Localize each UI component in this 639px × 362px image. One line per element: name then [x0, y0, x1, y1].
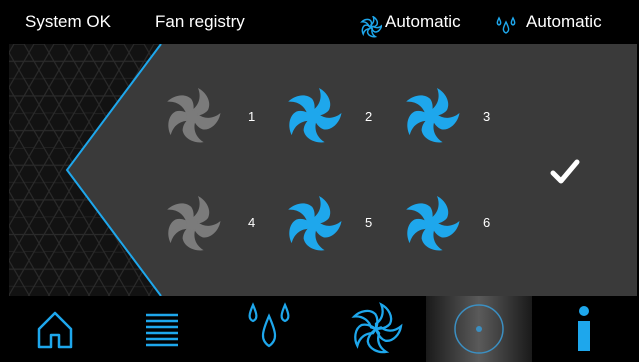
fan-5[interactable] — [281, 192, 345, 256]
nav-list-button[interactable] — [109, 296, 215, 362]
fan-1-number: 1 — [248, 109, 256, 124]
water-mode-label: Automatic — [526, 12, 602, 31]
fan-3-number: 3 — [483, 109, 491, 124]
status-bar: System OK Fan registry Automatic Automat… — [0, 0, 639, 44]
nav-circle-button[interactable] — [426, 296, 532, 362]
list-icon — [146, 313, 178, 347]
nav-water-button[interactable] — [216, 296, 322, 362]
fan-4-number: 4 — [248, 215, 256, 230]
fan-6[interactable] — [399, 192, 463, 256]
fan-3[interactable] — [399, 84, 463, 148]
system-status: System OK — [25, 12, 111, 31]
fan-6-number: 6 — [483, 215, 491, 230]
home-icon — [37, 311, 73, 349]
nav-info-button[interactable] — [531, 296, 637, 362]
nav-fan-button[interactable] — [323, 296, 429, 362]
fan-5-number: 5 — [365, 215, 373, 230]
water-mode-icon — [495, 11, 517, 34]
fan-4[interactable] — [160, 192, 224, 256]
info-icon — [578, 306, 590, 351]
fan-registry-panel: 1 2 3 4 5 6 — [9, 44, 637, 296]
circle-dot-icon — [454, 304, 504, 354]
confirm-button[interactable] — [550, 157, 580, 187]
water-drops-icon — [248, 302, 290, 348]
fan-mode-icon — [360, 11, 383, 38]
bottom-nav — [0, 296, 639, 362]
fan-mode-label: Automatic — [385, 12, 461, 31]
fan-2[interactable] — [281, 84, 345, 148]
screen-title: Fan registry — [155, 12, 245, 31]
back-arrow-panel — [9, 44, 162, 296]
fan-icon — [351, 302, 403, 354]
fan-1[interactable] — [160, 84, 224, 148]
nav-home-button[interactable] — [2, 296, 108, 362]
fan-2-number: 2 — [365, 109, 373, 124]
checkmark-icon — [550, 159, 580, 184]
